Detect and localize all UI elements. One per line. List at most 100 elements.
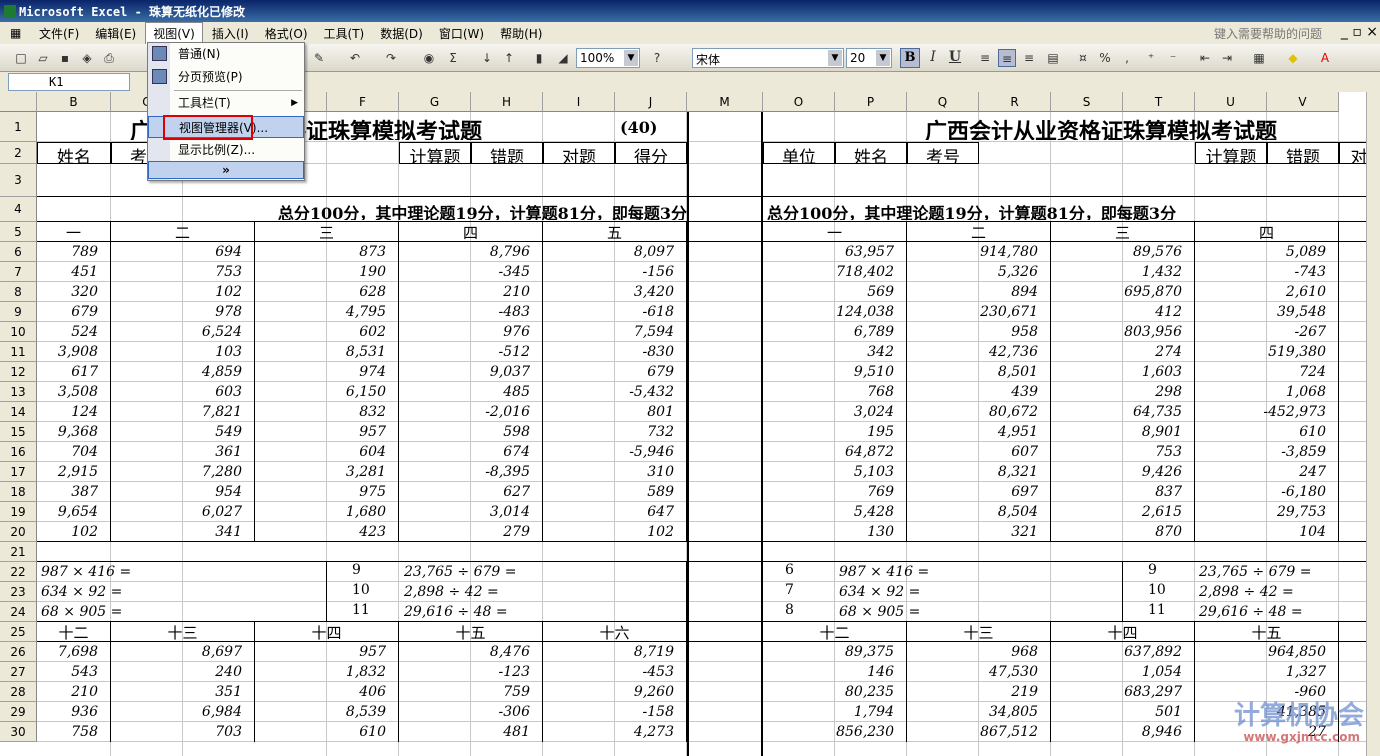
menu-insert[interactable]: 插入(I) [205, 23, 256, 44]
left-data-cell: 801 [543, 402, 687, 422]
left-data-cell: 8,697 [111, 642, 255, 662]
left-section-header: 十二 [37, 622, 111, 642]
increase-decimal-icon[interactable]: ⁺ [1142, 49, 1160, 67]
underline-button[interactable]: U [946, 49, 964, 67]
right-data-cell: 1,068 [1195, 382, 1339, 402]
italic-button[interactable]: I [924, 49, 942, 67]
right-expression-number: 7 [785, 582, 794, 598]
align-center-icon[interactable]: ≡ [998, 49, 1016, 67]
left-data-cell: 406 [255, 682, 399, 702]
bold-button[interactable]: B [900, 48, 920, 68]
left-data-cell: 957 [255, 642, 399, 662]
left-data-cell: 320 [37, 282, 111, 302]
menu-item-normal[interactable]: 普通(N) [148, 43, 304, 65]
right-data-cell: 5,089 [1195, 242, 1339, 262]
menu-file[interactable]: 文件(F) [32, 23, 86, 44]
font-select[interactable]: 宋体 ▼ [692, 48, 844, 68]
chart-wizard-icon[interactable]: ▮ [530, 49, 548, 67]
right-data-cell: 80,235 [763, 682, 907, 702]
right-data-cell: 803,956 [1051, 322, 1195, 342]
menu-tools[interactable]: 工具(T) [317, 23, 372, 44]
help-icon[interactable]: ? [648, 49, 666, 67]
col-header-h: H [471, 92, 543, 112]
left-data-cell: 732 [543, 422, 687, 442]
fill-color-icon[interactable]: ◆ [1284, 49, 1302, 67]
left-section-header: 十五 [399, 622, 543, 642]
menu-edit[interactable]: 编辑(E) [88, 23, 143, 44]
right-data-cell: 80,672 [907, 402, 1051, 422]
align-left-icon[interactable]: ≡ [976, 49, 994, 67]
zoom-dropdown-arrow-icon[interactable]: ▼ [624, 50, 638, 66]
autosum-icon[interactable]: Σ [444, 49, 462, 67]
align-right-icon[interactable]: ≡ [1020, 49, 1038, 67]
menu-help[interactable]: 帮助(H) [493, 23, 549, 44]
row-header-27: 27 [0, 662, 37, 682]
window-control-buttons[interactable]: _ ▫ × [1341, 24, 1378, 40]
font-size-select[interactable]: 20 ▼ [846, 48, 892, 68]
right-data-cell: 47,530 [907, 662, 1051, 682]
sort-descending-icon[interactable]: ↑ [500, 49, 518, 67]
right-data-cell: 412 [1051, 302, 1195, 322]
right-data-cell: 753 [1051, 442, 1195, 462]
merge-center-icon[interactable]: ▤ [1044, 49, 1062, 67]
font-color-icon[interactable]: A [1316, 49, 1334, 67]
menu-item-toolbars[interactable]: 工具栏(T) ▶ [148, 92, 304, 114]
size-dropdown-arrow-icon[interactable]: ▼ [876, 50, 890, 66]
redo-icon[interactable]: ↷ [382, 49, 400, 67]
permission-icon[interactable]: ◈ [78, 49, 96, 67]
open-icon[interactable]: ▱ [34, 49, 52, 67]
left-header-cell: 对题 [543, 142, 615, 164]
right-expression-number: 10 [1148, 582, 1166, 598]
left-data-cell: 6,027 [111, 502, 255, 522]
left-data-cell: -5,946 [543, 442, 687, 462]
left-data-cell: 102 [37, 522, 111, 542]
font-dropdown-arrow-icon[interactable]: ▼ [828, 50, 842, 66]
save-icon[interactable]: ▪ [56, 49, 74, 67]
menu-item-zoom[interactable]: 显示比例(Z)... [148, 139, 304, 161]
menu-format[interactable]: 格式(O) [258, 23, 315, 44]
right-data-cell: 89,576 [1051, 242, 1195, 262]
borders-icon[interactable]: ▦ [1250, 49, 1268, 67]
format-painter-icon[interactable]: ✎ [310, 49, 328, 67]
left-section-header: 十三 [111, 622, 255, 642]
hyperlink-icon[interactable]: ◉ [420, 49, 438, 67]
left-data-cell: -483 [399, 302, 543, 322]
menu-window[interactable]: 窗口(W) [432, 23, 491, 44]
workbook-icon[interactable]: ▦ [10, 26, 30, 40]
increase-indent-icon[interactable]: ⇥ [1218, 49, 1236, 67]
print-icon[interactable]: ⎙ [100, 49, 118, 67]
left-data-cell: 8,719 [543, 642, 687, 662]
expand-menu-icon[interactable]: » [148, 161, 304, 179]
new-icon[interactable]: □ [12, 49, 30, 67]
sort-ascending-icon[interactable]: ↓ [478, 49, 496, 67]
normal-view-icon [152, 46, 167, 61]
left-data-cell: 310 [543, 462, 687, 482]
left-data-cell: 976 [399, 322, 543, 342]
currency-icon[interactable]: ¤ [1074, 49, 1092, 67]
percent-button[interactable]: % [1096, 49, 1114, 67]
right-data-cell: 146 [763, 662, 907, 682]
help-search-input[interactable]: 键入需要帮助的问题 [1214, 25, 1322, 42]
left-data-cell: 210 [37, 682, 111, 702]
decrease-indent-icon[interactable]: ⇤ [1196, 49, 1214, 67]
right-data-cell: 769 [763, 482, 907, 502]
decrease-decimal-icon[interactable]: ⁻ [1164, 49, 1182, 67]
vertical-scrollbar[interactable] [1366, 92, 1380, 756]
right-data-cell: 607 [907, 442, 1051, 462]
row-header-5: 5 [0, 222, 37, 242]
menu-view[interactable]: 视图(V) [145, 22, 203, 44]
name-box[interactable]: K1 [8, 73, 130, 91]
undo-icon[interactable]: ↶ [346, 49, 364, 67]
drawing-icon[interactable]: ◢ [554, 49, 572, 67]
left-section-header: 三 [255, 222, 399, 242]
left-data-cell: 2,915 [37, 462, 111, 482]
zoom-select[interactable]: 100% ▼ [576, 48, 640, 68]
row-header-15: 15 [0, 422, 37, 442]
menu-data[interactable]: 数据(D) [373, 23, 430, 44]
comma-button[interactable]: , [1118, 49, 1136, 67]
left-section-header: 十六 [543, 622, 687, 642]
menu-item-page-break-preview[interactable]: 分页预览(P) [148, 66, 304, 88]
row-header-2: 2 [0, 142, 37, 164]
worksheet-grid[interactable]: BCEFGHIJMOPQRSTUV12345678910111213141516… [0, 92, 1366, 756]
left-data-cell: 975 [255, 482, 399, 502]
